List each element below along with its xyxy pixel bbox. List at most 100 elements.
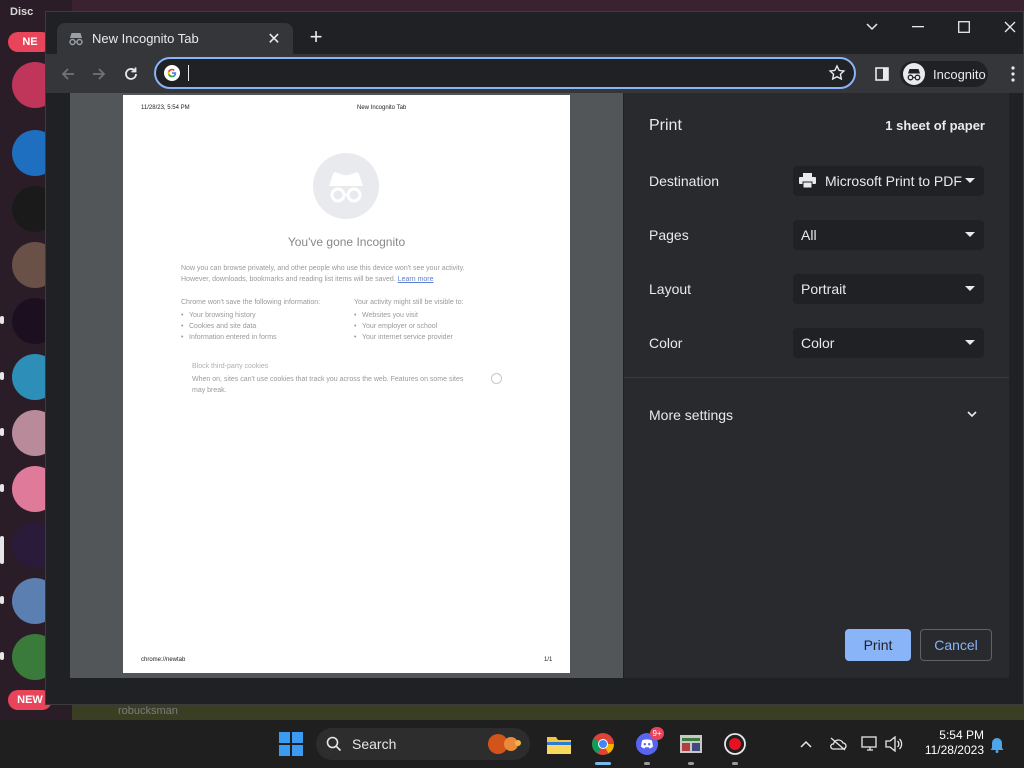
clock-date: 11/28/2023: [924, 743, 984, 757]
pages-value: All: [801, 227, 817, 243]
profile-button[interactable]: Incognito: [900, 61, 988, 87]
search-icon: [326, 736, 342, 752]
running-app-indicator: [644, 762, 650, 765]
print-settings-panel: Print 1 sheet of paper Destination Micro…: [624, 93, 1009, 678]
description-line-1: Now you can browse privately, and other …: [181, 265, 465, 272]
search-highlight-icon: [488, 734, 521, 754]
cancel-button[interactable]: Cancel: [920, 629, 992, 661]
menu-button[interactable]: [1001, 62, 1024, 86]
dropdown-arrow-icon: [965, 340, 975, 345]
dropdown-arrow-icon: [965, 178, 975, 183]
page-footer-number: 1/1: [544, 657, 553, 663]
preview-page: 11/28/23, 5:54 PM New Incognito Tab You'…: [123, 95, 570, 673]
incognito-heading: You've gone Incognito: [287, 235, 406, 249]
cookies-title: Block third-party cookies: [192, 363, 269, 370]
running-app-indicator: [732, 762, 738, 765]
unread-indicator: [0, 428, 4, 436]
page-header-title: New Incognito Tab: [357, 105, 407, 111]
incognito-description: Now you can browse privately, and other …: [181, 263, 511, 285]
visible-to-title: Your activity might still be visible to:: [354, 299, 464, 306]
list-item: Your internet service provider: [354, 332, 514, 343]
color-select[interactable]: Color: [793, 328, 984, 358]
title-bar: New Incognito Tab ✕ +: [46, 12, 1023, 54]
unread-indicator: [0, 484, 4, 492]
chevron-down-icon[interactable]: [965, 407, 979, 421]
print-title: Print: [649, 117, 682, 134]
background-username: robucksman: [118, 705, 178, 717]
unread-indicator: [0, 596, 4, 604]
incognito-icon: [68, 31, 84, 47]
tab-new-incognito[interactable]: New Incognito Tab ✕: [57, 23, 293, 54]
dropdown-arrow-icon: [965, 286, 975, 291]
sheet-count: 1 sheet of paper: [885, 118, 985, 133]
taskbar-clock[interactable]: 5:54 PM 11/28/2023: [912, 728, 984, 758]
profile-label: Incognito: [933, 66, 986, 82]
minimize-button[interactable]: [895, 12, 941, 42]
taskbar-search[interactable]: Search: [316, 728, 530, 760]
layout-label: Layout: [649, 281, 692, 297]
print-preview-area[interactable]: 11/28/23, 5:54 PM New Incognito Tab You'…: [70, 93, 623, 678]
show-hidden-icons-button[interactable]: [796, 734, 816, 754]
forward-button[interactable]: [87, 62, 111, 86]
discord-notification-badge: 9+: [650, 727, 664, 740]
chrome-icon: [592, 733, 614, 755]
chrome-taskbar-button[interactable]: [588, 729, 618, 759]
selected-indicator: [0, 536, 4, 564]
start-button[interactable]: [276, 729, 306, 759]
color-label: Color: [649, 335, 683, 351]
destination-label: Destination: [649, 173, 720, 189]
printer-icon: [799, 173, 816, 188]
volume-tray-button[interactable]: [884, 734, 904, 754]
network-tray-button[interactable]: [860, 734, 880, 754]
incognito-logo-icon: [313, 153, 379, 219]
tab-search-button[interactable]: [849, 12, 895, 42]
side-panel-icon: [875, 67, 889, 81]
discord-title: Disc: [10, 6, 34, 18]
cookies-toggle: [491, 373, 502, 384]
running-app-indicator: [688, 762, 694, 765]
unread-indicator: [0, 652, 4, 660]
print-button[interactable]: Print: [845, 629, 911, 661]
color-value: Color: [801, 335, 835, 351]
background-banner: [72, 703, 1024, 720]
app-window-icon: [680, 735, 702, 753]
windows-taskbar: Search 9+ 5:54 PM 11/28/2023: [0, 720, 1024, 768]
close-tab-icon[interactable]: ✕: [265, 30, 283, 48]
list-item: Websites you visit: [354, 310, 514, 321]
bell-icon: [990, 738, 1004, 753]
address-bar[interactable]: [154, 57, 856, 89]
address-input[interactable]: [188, 63, 792, 85]
notifications-button[interactable]: [987, 734, 1007, 754]
chevron-down-icon: [866, 23, 878, 31]
destination-value: Microsoft Print to PDF: [825, 173, 962, 189]
text-caret: [188, 65, 189, 81]
close-window-button[interactable]: [987, 12, 1024, 42]
network-icon: [861, 736, 877, 751]
list-item: Your browsing history: [181, 310, 351, 321]
onedrive-tray-button[interactable]: [828, 734, 848, 754]
reload-button[interactable]: [119, 62, 143, 86]
cookies-description: When on, sites can't use cookies that tr…: [192, 376, 464, 394]
page-footer-url: chrome://newtab: [141, 657, 186, 663]
maximize-button[interactable]: [941, 12, 987, 42]
record-icon: [724, 733, 746, 755]
app-taskbar-button[interactable]: [676, 729, 706, 759]
clock-time: 5:54 PM: [939, 728, 984, 742]
file-explorer-button[interactable]: [544, 729, 574, 759]
learn-more-link[interactable]: Learn more: [398, 276, 434, 283]
not-saved-column: Chrome won't save the following informat…: [181, 297, 351, 343]
destination-select[interactable]: Microsoft Print to PDF: [793, 166, 984, 196]
pages-label: Pages: [649, 227, 689, 243]
back-arrow-icon: [61, 68, 74, 80]
layout-select[interactable]: Portrait: [793, 274, 984, 304]
new-tab-button[interactable]: +: [304, 24, 328, 49]
back-button[interactable]: [56, 62, 80, 86]
pages-select[interactable]: All: [793, 220, 984, 250]
incognito-avatar-icon: [903, 63, 925, 85]
recorder-taskbar-button[interactable]: [720, 729, 750, 759]
more-settings-toggle[interactable]: More settings: [649, 407, 733, 423]
side-panel-button[interactable]: [870, 62, 894, 86]
third-party-cookies-card: Block third-party cookies When on, sites…: [179, 359, 511, 399]
layout-value: Portrait: [801, 281, 847, 297]
bookmark-star-icon[interactable]: [828, 64, 846, 82]
